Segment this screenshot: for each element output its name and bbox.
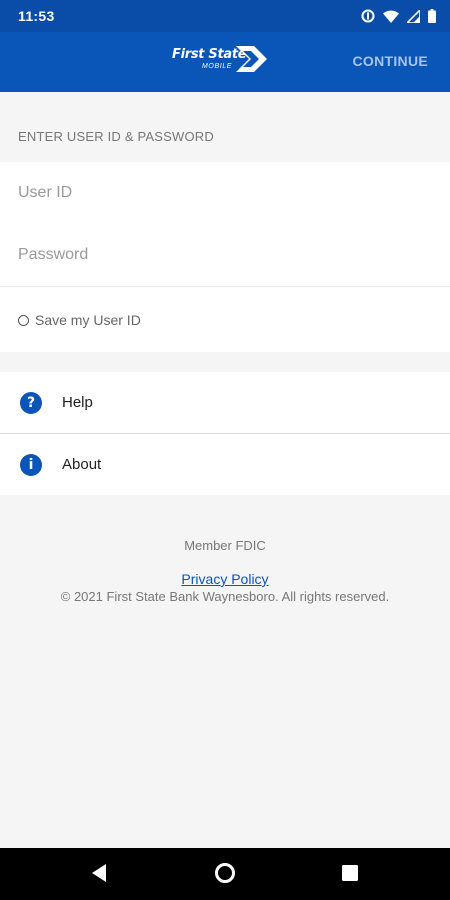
info-icon: i	[20, 453, 42, 476]
continue-button[interactable]: CONTINUE	[352, 53, 428, 69]
save-user-id-label: Save my User ID	[35, 312, 141, 328]
member-fdic: Member FDIC	[184, 538, 266, 553]
wifi-icon	[383, 10, 399, 23]
menu-item-label: About	[62, 456, 102, 473]
login-section-header: ENTER USER ID & PASSWORD	[18, 129, 214, 144]
user-id-row	[0, 162, 450, 224]
signal-icon	[407, 9, 420, 23]
app-bar: First State MOBILE CONTINUE	[0, 32, 450, 92]
status-icons	[361, 9, 436, 23]
menu-card: ? Help i About	[0, 372, 450, 495]
status-time: 11:53	[18, 8, 55, 24]
logo-subtext: MOBILE	[202, 63, 233, 70]
copyright-text: © 2021 First State Bank Waynesboro. All …	[60, 589, 390, 604]
menu-item-label: Help	[62, 394, 93, 411]
back-icon[interactable]	[90, 862, 108, 884]
brand-logo: First State MOBILE	[172, 44, 268, 80]
menu-item-help[interactable]: ? Help	[0, 372, 450, 433]
login-card: Save my User ID	[0, 162, 450, 352]
password-row	[0, 224, 450, 286]
status-bar: 11:53	[0, 0, 450, 32]
data-saver-icon	[361, 9, 375, 23]
logo-chevron-icon	[236, 46, 267, 72]
help-icon: ?	[20, 391, 42, 414]
user-id-field[interactable]	[18, 174, 428, 212]
menu-item-about[interactable]: i About	[0, 434, 450, 495]
privacy-policy-link[interactable]: Privacy Policy	[181, 571, 268, 587]
recents-icon[interactable]	[341, 864, 359, 882]
checkbox-circle-icon	[18, 314, 29, 326]
password-field[interactable]	[18, 236, 428, 274]
privacy-policy-row: Privacy Policy	[0, 571, 450, 589]
home-icon[interactable]	[214, 862, 236, 884]
system-nav-bar	[0, 848, 450, 900]
divider	[0, 286, 450, 287]
battery-icon	[428, 9, 436, 23]
save-user-id-checkbox[interactable]: Save my User ID	[18, 312, 141, 328]
